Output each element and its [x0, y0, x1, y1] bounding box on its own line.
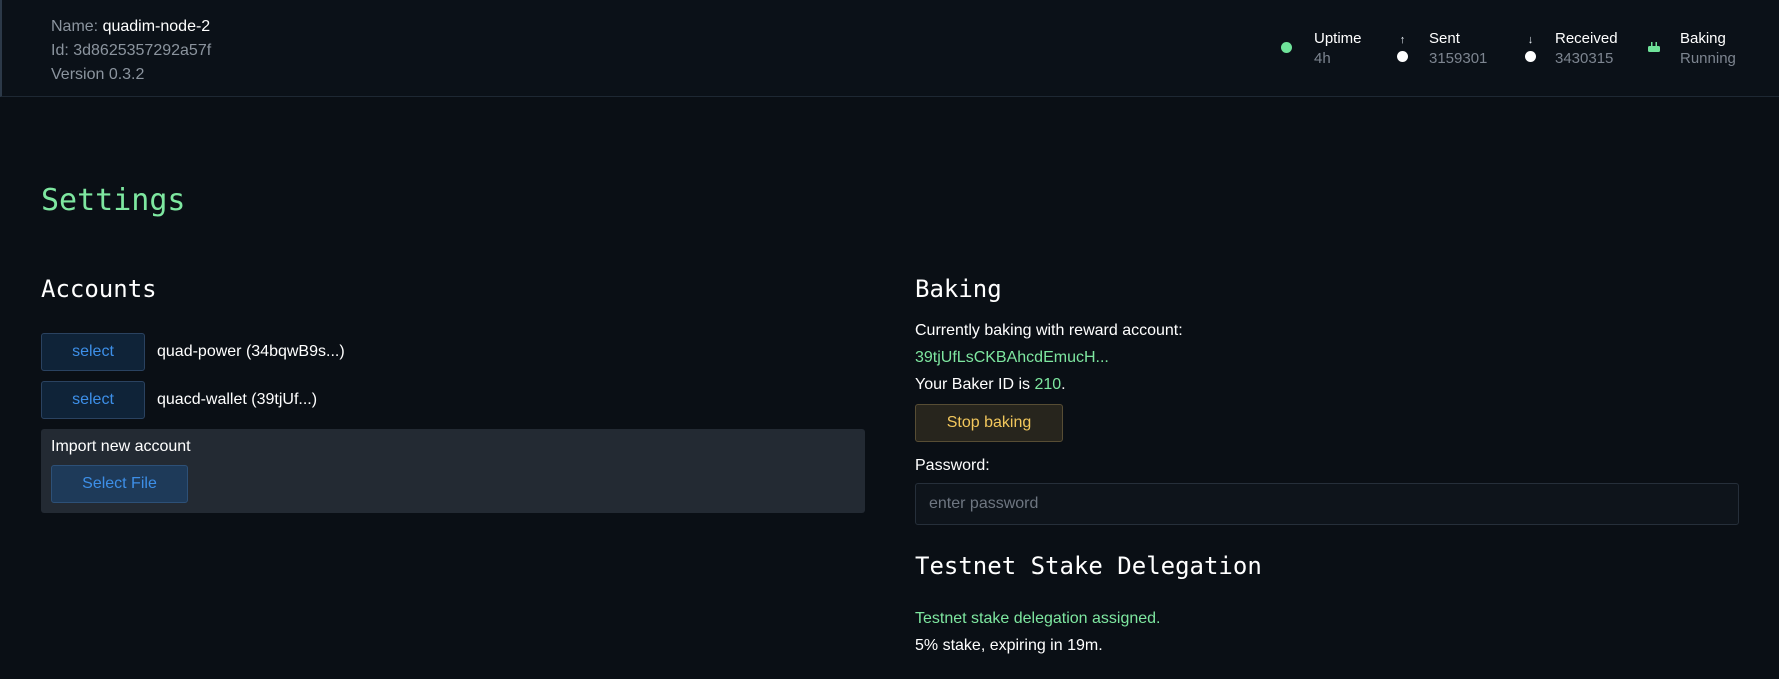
- stop-baking-button[interactable]: Stop baking: [915, 404, 1063, 442]
- top-status-bar: Name: quadim-node-2 Id: 3d8625357292a57f…: [0, 0, 1779, 97]
- password-label: Password:: [915, 457, 990, 474]
- baker-id-line: Your Baker ID is 210.: [915, 376, 1066, 394]
- baker-id-value: 210: [1034, 376, 1062, 393]
- select-account-button[interactable]: select: [41, 333, 145, 371]
- delegation-section-title: Testnet Stake Delegation: [915, 552, 1262, 580]
- stat-received-value: 3430315: [1555, 50, 1614, 67]
- page-title: Settings: [41, 183, 186, 218]
- node-name: Name: quadim-node-2: [51, 15, 211, 39]
- stat-received-label: Received: [1555, 30, 1618, 47]
- stat-baking-value: Running: [1680, 50, 1736, 67]
- status-dot-icon: [1281, 42, 1292, 53]
- select-file-button[interactable]: Select File: [51, 465, 188, 503]
- import-account-label: Import new account: [51, 438, 191, 455]
- reward-account-value: 39tjUfLsCKBAhcdEmucH...: [915, 349, 1109, 366]
- baker-id-suffix: .: [1061, 376, 1066, 393]
- baking-section-title: Baking: [915, 275, 1002, 303]
- node-name-value: quadim-node-2: [102, 18, 211, 35]
- cake-icon: [1648, 42, 1660, 52]
- node-version: Version 0.3.2: [51, 66, 145, 83]
- baker-id-prefix: Your Baker ID is: [915, 376, 1031, 393]
- sent-dot-icon: [1397, 51, 1408, 62]
- stat-uptime-value: 4h: [1314, 50, 1331, 67]
- accounts-section-title: Accounts: [41, 275, 157, 303]
- reward-account-text: Currently baking with reward account:: [915, 322, 1183, 339]
- stat-sent-value: 3159301: [1429, 50, 1488, 67]
- download-arrow-icon: ↓: [1527, 34, 1534, 46]
- upload-arrow-icon: ↑: [1399, 34, 1406, 46]
- account-label: quacd-wallet (39tjUf...): [157, 391, 318, 408]
- received-dot-icon: [1525, 51, 1536, 62]
- stat-sent-label: Sent: [1429, 30, 1460, 47]
- stat-baking-label: Baking: [1680, 30, 1726, 47]
- stat-uptime-label: Uptime: [1314, 30, 1362, 47]
- select-account-button[interactable]: select: [41, 381, 145, 419]
- delegation-status: Testnet stake delegation assigned.: [915, 610, 1161, 627]
- node-id: Id: 3d8625357292a57f: [51, 42, 212, 59]
- node-name-label: Name:: [51, 18, 99, 35]
- node-info: Name: quadim-node-2 Id: 3d8625357292a57f…: [51, 15, 211, 87]
- password-input[interactable]: [915, 483, 1739, 525]
- account-label: quad-power (34bqwB9s...): [157, 343, 345, 360]
- delegation-detail: 5% stake, expiring in 19m.: [915, 637, 1103, 654]
- import-account-panel: Import new account Select File: [41, 429, 865, 513]
